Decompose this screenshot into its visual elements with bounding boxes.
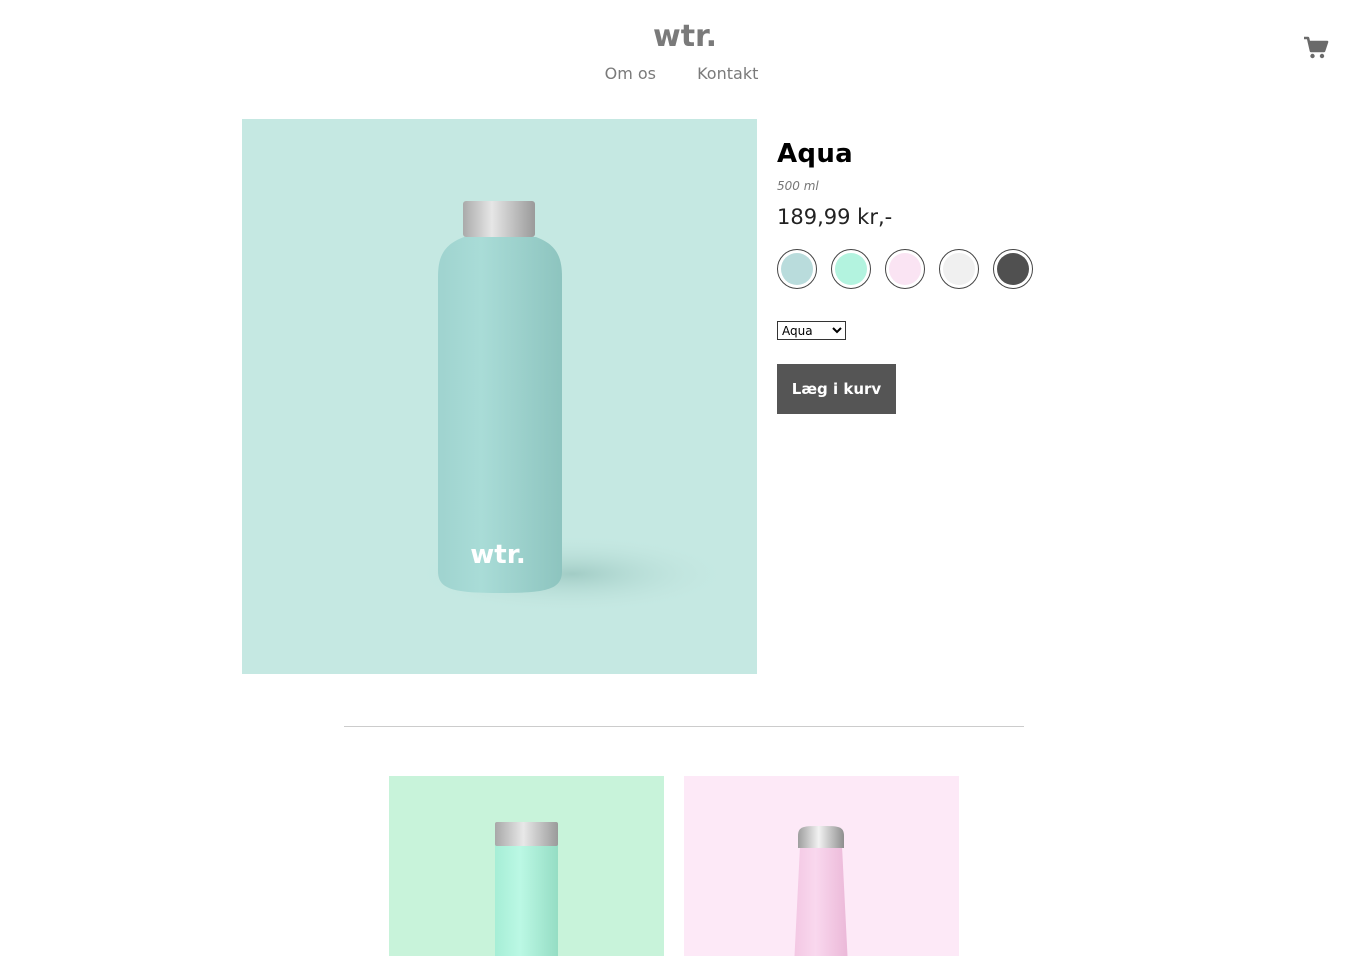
product-image: wtr. [242, 119, 757, 674]
wtr-logo[interactable]: wtr. [650, 14, 720, 54]
color-select[interactable]: Aqua [777, 321, 846, 340]
swatch-pink[interactable] [885, 249, 925, 289]
product-price: 189,99 kr,- [777, 205, 893, 229]
swatch-fill [781, 253, 813, 285]
swatch-fill [835, 253, 867, 285]
swatch-fill [997, 253, 1029, 285]
related-product-pink[interactable] [684, 776, 959, 956]
swatch-mint[interactable] [831, 249, 871, 289]
product-title: Aqua [777, 139, 853, 169]
swatch-white[interactable] [939, 249, 979, 289]
mint-bottle-illustration [495, 822, 558, 956]
swatch-fill [943, 253, 975, 285]
product-volume: 500 ml [777, 179, 819, 193]
product-info: Aqua 500 ml 189,99 kr,- Aqua Læg i kurv [777, 139, 1117, 414]
product-section: wtr. Aqua 500 ml 189,99 kr,- Aqua Læg i … [242, 119, 1122, 679]
related-product-mint[interactable] [389, 776, 664, 956]
bottle-illustration: wtr. [412, 201, 732, 614]
site-header: wtr. Om os Kontakt [0, 0, 1363, 110]
swatch-aqua[interactable] [777, 249, 817, 289]
color-swatches [777, 249, 1117, 289]
shopping-cart-icon[interactable] [1303, 35, 1329, 61]
nav-link-kontakt[interactable]: Kontakt [697, 64, 758, 83]
logo-text: wtr. [653, 19, 717, 54]
related-products [389, 776, 969, 956]
nav-link-om-os[interactable]: Om os [605, 64, 656, 83]
swatch-dark[interactable] [993, 249, 1033, 289]
add-to-cart-button[interactable]: Læg i kurv [777, 364, 896, 414]
section-divider [344, 726, 1024, 727]
pink-bottle-illustration [794, 826, 848, 956]
main-nav: Om os Kontakt [0, 64, 1363, 83]
bottle-logo-text: wtr. [470, 540, 525, 570]
swatch-fill [889, 253, 921, 285]
